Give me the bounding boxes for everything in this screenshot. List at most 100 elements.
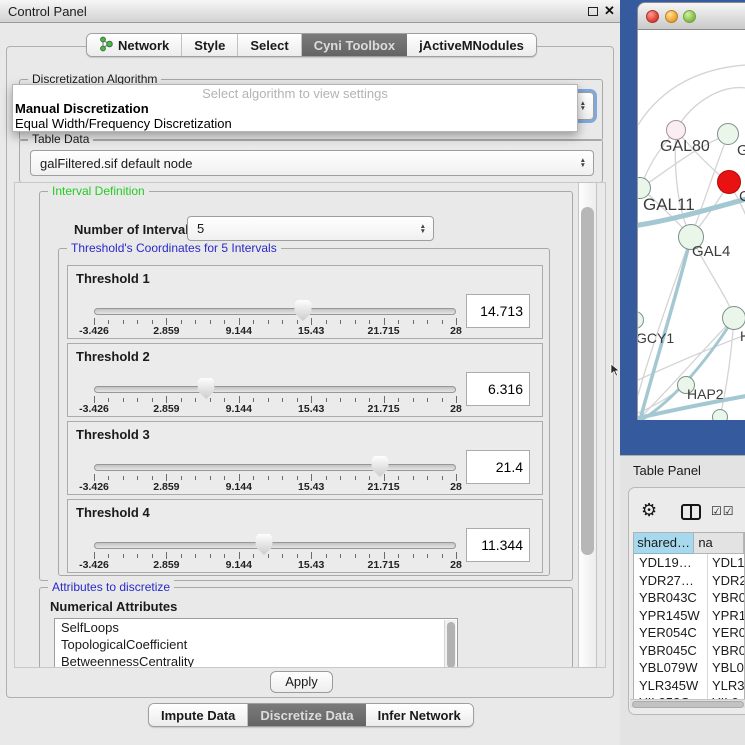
attribute-item[interactable]: TopologicalCoefficient: [55, 636, 457, 653]
gear-icon[interactable]: ⚙: [641, 501, 657, 519]
tab-network[interactable]: Network: [87, 34, 182, 56]
tick-label: 21.715: [368, 325, 400, 337]
close-icon[interactable]: ✕: [604, 3, 615, 19]
float-window-icon[interactable]: [588, 7, 598, 16]
table-rows: YDL19…YDL1YDR27…YDR2YBR043CYBR0YPR145WYP…: [634, 554, 745, 700]
table-row[interactable]: YDL19…YDL1: [634, 554, 745, 572]
tick-label: 9.144: [226, 403, 252, 415]
threshold-2-slider[interactable]: -3.4262.8599.14415.4321.71528: [94, 344, 456, 418]
table-data-combobox[interactable]: galFiltered.sif default node ▲▼: [30, 150, 594, 176]
threshold-3-slider[interactable]: -3.4262.8599.14415.4321.71528: [94, 422, 456, 496]
list-scrollbar[interactable]: [444, 620, 456, 668]
tab-label: Impute Data: [161, 708, 235, 723]
tab-cyni-toolbox[interactable]: Cyni Toolbox: [302, 34, 407, 56]
dropdown-item-manual[interactable]: Manual Discretization: [13, 101, 577, 116]
horizontal-scrollbar[interactable]: [630, 699, 745, 708]
attribute-item[interactable]: BetweennessCentrality: [55, 653, 457, 668]
node-gcy1[interactable]: [637, 311, 644, 329]
node-label: HAP2: [687, 386, 724, 402]
threshold-1-value-field[interactable]: [466, 294, 530, 328]
table-row[interactable]: YBL079WYBL0: [634, 659, 745, 677]
control-panel-titlebar: Control Panel ✕: [0, 0, 620, 23]
node-red-selected[interactable]: [717, 170, 741, 194]
table-cell: YBL0: [708, 659, 745, 677]
tab-discretize-data[interactable]: Discretize Data: [248, 704, 365, 726]
dropdown-hint: Select algorithm to view settings: [13, 85, 577, 101]
scrollbar-thumb[interactable]: [632, 701, 744, 708]
table-row[interactable]: YLR345WYLR3: [634, 677, 745, 695]
slider-scale-labels: -3.4262.8599.14415.4321.71528: [94, 325, 456, 338]
minimize-traffic-light-icon[interactable]: [665, 10, 678, 23]
node-gal80[interactable]: [666, 120, 686, 140]
tab-infer-network[interactable]: Infer Network: [366, 704, 473, 726]
dropdown-item-equal-width[interactable]: Equal Width/Frequency Discretization: [13, 116, 577, 131]
table-row[interactable]: YBR045CYBR0: [634, 642, 745, 660]
table-cell: YPR1: [708, 607, 745, 625]
zoom-traffic-light-icon[interactable]: [683, 10, 696, 23]
thresholds-group: Threshold's Coordinates for 5 Intervals …: [58, 248, 550, 576]
split-column-icon[interactable]: [681, 504, 701, 520]
cyni-bottom-tabs: Impute Data Discretize Data Infer Networ…: [148, 703, 474, 727]
tab-impute-data[interactable]: Impute Data: [149, 704, 248, 726]
tick-label: -3.426: [79, 559, 109, 571]
slider-scale-labels: -3.4262.8599.14415.4321.71528: [94, 481, 456, 494]
table-cell: YDR2: [708, 572, 745, 590]
threshold-3-value-field[interactable]: [466, 450, 530, 484]
node-bottom[interactable]: [712, 409, 728, 420]
table-row[interactable]: YER054CYER0: [634, 624, 745, 642]
table-panel-title: Table Panel: [633, 463, 701, 478]
spinner-arrows-icon: ▲▼: [420, 224, 426, 234]
number-of-intervals-value: 5: [197, 221, 204, 236]
network-canvas[interactable]: GAL80GACGAL11GAL4GCY1HHAP2: [637, 30, 745, 420]
threshold-4-slider[interactable]: -3.4262.8599.14415.4321.71528: [94, 500, 456, 574]
node-label: GA: [737, 142, 745, 159]
node-label: H: [740, 328, 745, 344]
number-of-intervals-combobox[interactable]: 5 ▲▼: [187, 216, 434, 241]
attribute-item[interactable]: SelfLoops: [55, 619, 457, 636]
spinner-arrows-icon: ▲▼: [580, 101, 586, 111]
numerical-attributes-list[interactable]: SelfLoopsTopologicalCoefficientBetweenne…: [54, 618, 458, 668]
settings-scroll-area: Interval Definition Number of Intervals …: [14, 182, 606, 668]
table-cell: YPR145W: [634, 607, 708, 625]
node-gal3[interactable]: [717, 123, 739, 145]
threshold-4-value-field[interactable]: [466, 528, 530, 562]
tab-label: Network: [118, 38, 169, 53]
close-traffic-light-icon[interactable]: [646, 10, 659, 23]
vertical-scrollbar[interactable]: [578, 182, 597, 668]
table-row[interactable]: YPR145WYPR1: [634, 607, 745, 625]
tab-label: Select: [250, 38, 288, 53]
tab-jactivemnodules[interactable]: jActiveMNodules: [407, 34, 536, 56]
mouse-cursor: [610, 363, 620, 377]
network-window-titlebar[interactable]: [637, 2, 745, 30]
table-row[interactable]: YBR043CYBR0: [634, 589, 745, 607]
tab-label: jActiveMNodules: [419, 38, 524, 53]
tab-style[interactable]: Style: [182, 34, 238, 56]
scrollbar-thumb[interactable]: [581, 207, 594, 555]
column-header-name[interactable]: na: [694, 533, 744, 554]
node-label: GAL11: [643, 195, 695, 215]
table-row[interactable]: YDR27…YDR2: [634, 572, 745, 590]
tick-label: 2.859: [153, 481, 179, 493]
column-header-shared[interactable]: shared…: [634, 533, 694, 554]
tick-label: 9.144: [226, 325, 252, 337]
slider-track: [94, 386, 456, 393]
number-of-intervals-label: Number of Intervals: [74, 222, 196, 237]
control-panel: Control Panel ✕ Network Style Select Cyn…: [0, 0, 620, 745]
group-title: Table Data: [28, 132, 93, 146]
tick-label: 2.859: [153, 559, 179, 571]
spinner-arrows-icon: ▲▼: [580, 158, 586, 168]
table-cell: YLR3: [708, 677, 745, 695]
apply-button[interactable]: Apply: [270, 671, 333, 693]
tab-select[interactable]: Select: [238, 34, 301, 56]
group-title: Interval Definition: [48, 184, 149, 198]
panel-title: Control Panel: [8, 4, 87, 19]
threshold-2-value-field[interactable]: [466, 372, 530, 406]
threshold-1-box: Threshold 1 -3.4262.8599.14415.4321.7152…: [67, 265, 543, 339]
node-right[interactable]: [722, 306, 745, 330]
checkbox-icons[interactable]: ☑☑: [711, 504, 735, 518]
node-label: C: [739, 188, 745, 205]
threshold-1-slider[interactable]: -3.4262.8599.14415.4321.71528: [94, 266, 456, 340]
table-cell: YDR27…: [634, 572, 708, 590]
table-cell: YER054C: [634, 624, 708, 642]
tick-label: -3.426: [79, 325, 109, 337]
